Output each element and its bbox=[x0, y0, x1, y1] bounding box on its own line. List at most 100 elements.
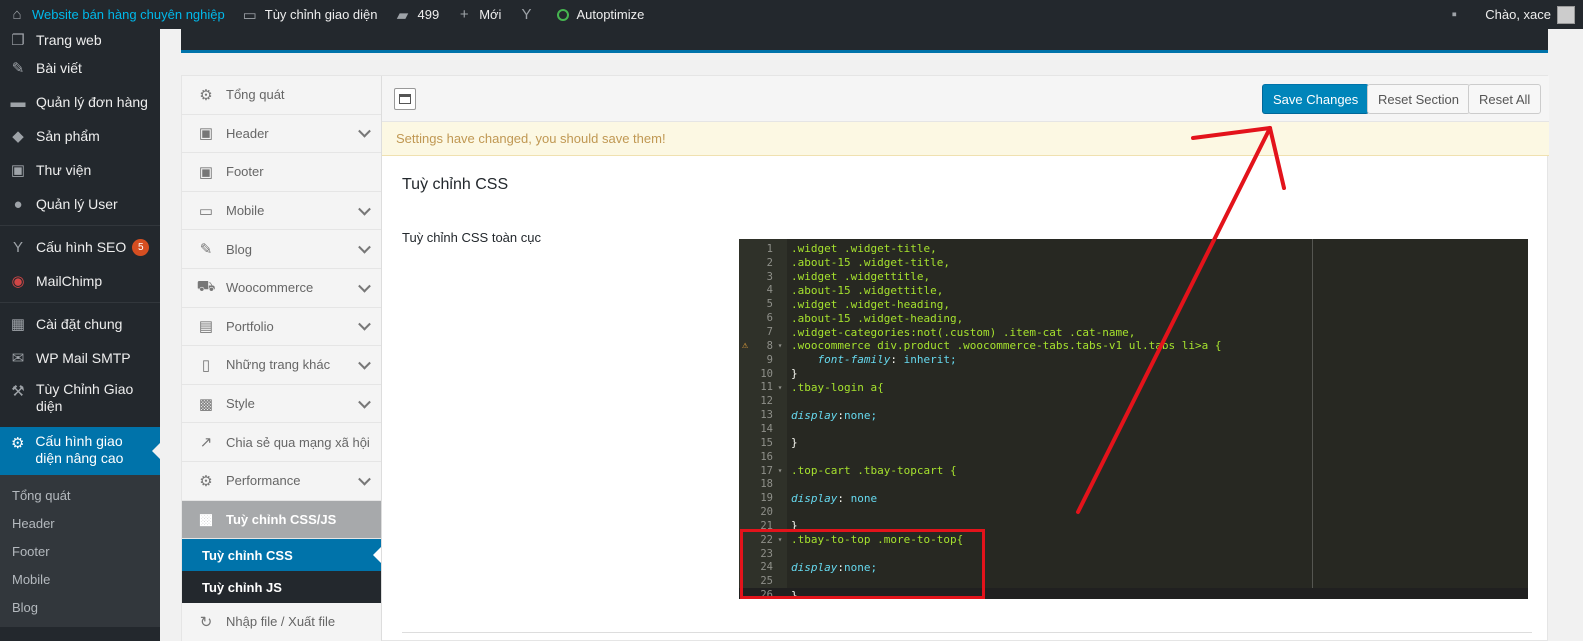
menu-label: Cài đặt chung bbox=[36, 316, 123, 332]
submenu-item[interactable]: Footer bbox=[0, 537, 160, 565]
notifications-link[interactable]: ▪ bbox=[1437, 0, 1477, 29]
section-custom-css-js[interactable]: ▩ Tuỳ chỉnh CSS/JS bbox=[182, 500, 381, 540]
line-number: 14 bbox=[760, 422, 773, 435]
save-changes-button[interactable]: Save Changes bbox=[1262, 84, 1370, 114]
menu-label: Bài viết bbox=[36, 60, 82, 76]
reset-section-button[interactable]: Reset Section bbox=[1367, 84, 1470, 114]
code-line: 19 display: none bbox=[739, 491, 1528, 505]
section-label: Những trang khác bbox=[226, 357, 331, 373]
submenu-item[interactable]: Blog bbox=[0, 593, 160, 621]
section-blog[interactable]: ✎ Blog bbox=[182, 230, 381, 269]
submenu-item[interactable]: Header bbox=[0, 509, 160, 537]
account-link[interactable]: Chào, xace bbox=[1477, 0, 1583, 29]
menu-item-customize[interactable]: ⚒ Tùy Chỉnh Giao diện bbox=[0, 375, 160, 427]
menu-item-posts[interactable]: ✎ Bài viết bbox=[0, 51, 160, 85]
unsaved-notice: Settings have changed, you should save t… bbox=[382, 122, 1549, 156]
customize-label: Tùy chỉnh giao diện bbox=[264, 7, 378, 22]
code-line: ⚠ 8 ▾ .woocommerce div.product .woocommerce… bbox=[739, 339, 1528, 353]
warning-icon: ⚠ bbox=[742, 340, 749, 352]
menu-item-media[interactable]: ▣ Thư viện bbox=[0, 153, 160, 187]
layout-icon: ▣ bbox=[198, 163, 214, 181]
line-number: 15 bbox=[760, 436, 773, 449]
autoptimize-link[interactable]: Autoptimize bbox=[549, 0, 652, 29]
menu-item-orders[interactable]: ▬ Quản lý đơn hàng bbox=[0, 85, 160, 119]
new-content-link[interactable]: + Mới bbox=[447, 0, 509, 29]
menu-item-seo[interactable]: Y Cấu hình SEO 5 bbox=[0, 230, 160, 264]
subsection-custom-js[interactable]: Tuỳ chỉnh JS bbox=[182, 571, 381, 603]
code-text: .widget .widgettitle, bbox=[791, 270, 931, 284]
section-performance[interactable]: ⚙ Performance bbox=[182, 461, 381, 501]
code-line: 18 bbox=[739, 477, 1528, 491]
menu-item-theme-options[interactable]: ⚙ Cấu hình giao diện nâng cao bbox=[0, 427, 160, 475]
gear-icon: ⚙ bbox=[199, 472, 213, 490]
options-toolbar: Save Changes Reset Section Reset All bbox=[382, 76, 1549, 122]
submenu-item[interactable]: Tổng quát bbox=[0, 481, 160, 509]
reset-all-button[interactable]: Reset All bbox=[1468, 84, 1542, 114]
section-label: Style bbox=[226, 396, 255, 412]
menu-label: Tùy Chỉnh Giao diện bbox=[36, 381, 134, 414]
menu-item-pages[interactable]: ❐ Trang web bbox=[0, 29, 160, 51]
section-style[interactable]: ▩ Style bbox=[182, 384, 381, 424]
line-number: 20 bbox=[760, 506, 773, 519]
section-general[interactable]: ⚙ Tổng quát bbox=[182, 76, 381, 115]
autoptimize-label: Autoptimize bbox=[576, 7, 645, 22]
section-import-export[interactable]: ↻ Nhập file / Xuất file bbox=[182, 603, 381, 641]
menu-label: Cấu hình SEO bbox=[36, 239, 127, 255]
menu-item-users[interactable]: ● Quản lý User bbox=[0, 187, 160, 221]
field-label: Tuỳ chỉnh CSS toàn cục bbox=[402, 230, 541, 245]
code-text: .about-15 .widgettitle, bbox=[791, 283, 944, 297]
menu-item-smtp[interactable]: ✉ WP Mail SMTP bbox=[0, 341, 160, 375]
code-line: 16 bbox=[739, 450, 1528, 464]
media-icon: ▣ bbox=[10, 162, 26, 179]
code-line: 9 font-family: inherit; bbox=[739, 353, 1528, 367]
section-woocommerce[interactable]: ⛟ Woocommerce bbox=[182, 268, 381, 308]
comments-link[interactable]: ▰ 499 bbox=[386, 0, 448, 29]
menu-item-mailchimp[interactable]: ◉ MailChimp bbox=[0, 264, 160, 298]
menu-separator bbox=[0, 225, 160, 226]
section-other-pages[interactable]: ▯ Những trang khác bbox=[182, 346, 381, 385]
yoast-link[interactable]: Y bbox=[509, 0, 549, 29]
code-line: 3 .widget .widgettitle, bbox=[739, 270, 1528, 284]
pin-icon: ✎ bbox=[11, 60, 25, 77]
section-footer[interactable]: ▣ Footer bbox=[182, 153, 381, 192]
section-portfolio[interactable]: ▤ Portfolio bbox=[182, 307, 381, 347]
section-label: Nhập file / Xuất file bbox=[226, 614, 336, 630]
code-line: 10} bbox=[739, 367, 1528, 381]
customize-link[interactable]: ▭ Tùy chỉnh giao diện bbox=[233, 0, 386, 29]
chevron-down-icon bbox=[358, 318, 371, 331]
status-dot-icon bbox=[557, 8, 570, 21]
menu-item-products[interactable]: ◆ Sản phẩm bbox=[0, 119, 160, 153]
section-label: Tuỳ chỉnh CSS/JS bbox=[226, 511, 337, 527]
subsection-custom-css[interactable]: Tuỳ chỉnh CSS bbox=[182, 539, 381, 572]
chevron-down-icon bbox=[358, 202, 371, 216]
section-social-share[interactable]: ↗ Chia sẻ qua mạng xã hội bbox=[182, 423, 381, 462]
site-name-link[interactable]: ⌂ Website bán hàng chuyên nghiệp bbox=[0, 0, 233, 29]
divider bbox=[402, 632, 1532, 633]
code-line: 17 ▾ .top-cart .tbay-topcart { bbox=[739, 464, 1528, 478]
section-mobile[interactable]: ▭ Mobile bbox=[182, 191, 381, 231]
tools-icon: ⚒ bbox=[11, 383, 25, 400]
share-icon: ↗ bbox=[199, 434, 213, 452]
section-label: Woocommerce bbox=[226, 280, 314, 296]
chevron-down-icon bbox=[358, 241, 371, 254]
menu-item-settings[interactable]: ▦ Cài đặt chung bbox=[0, 307, 160, 341]
expand-options-button[interactable] bbox=[394, 88, 416, 110]
gears-icon: ⚙ bbox=[199, 86, 213, 104]
code-line: 14 bbox=[739, 422, 1528, 436]
greeting: Chào, xace bbox=[1485, 7, 1551, 22]
cube-icon: ◆ bbox=[12, 128, 24, 145]
menu-label: MailChimp bbox=[36, 273, 103, 289]
options-sidebar: ⚙ Tổng quát ▣ Header ▣ Footer ▭ Mobile ✎ Blog… bbox=[182, 76, 382, 641]
line-number: 9 bbox=[766, 353, 773, 366]
section-label: Footer bbox=[226, 164, 264, 180]
code-text: .about-15 .widget-title, bbox=[791, 256, 950, 270]
menu-label: Quản lý User bbox=[36, 196, 118, 212]
section-header[interactable]: ▣ Header bbox=[182, 114, 381, 154]
submenu-item[interactable]: Mobile bbox=[0, 565, 160, 593]
line-number: 2 bbox=[766, 256, 773, 269]
section-label: Portfolio bbox=[226, 318, 274, 334]
line-number: 3 bbox=[766, 270, 773, 283]
fold-icon: ▾ bbox=[777, 382, 783, 392]
section-label: Header bbox=[226, 125, 269, 141]
css-icon: ▩ bbox=[198, 511, 214, 529]
